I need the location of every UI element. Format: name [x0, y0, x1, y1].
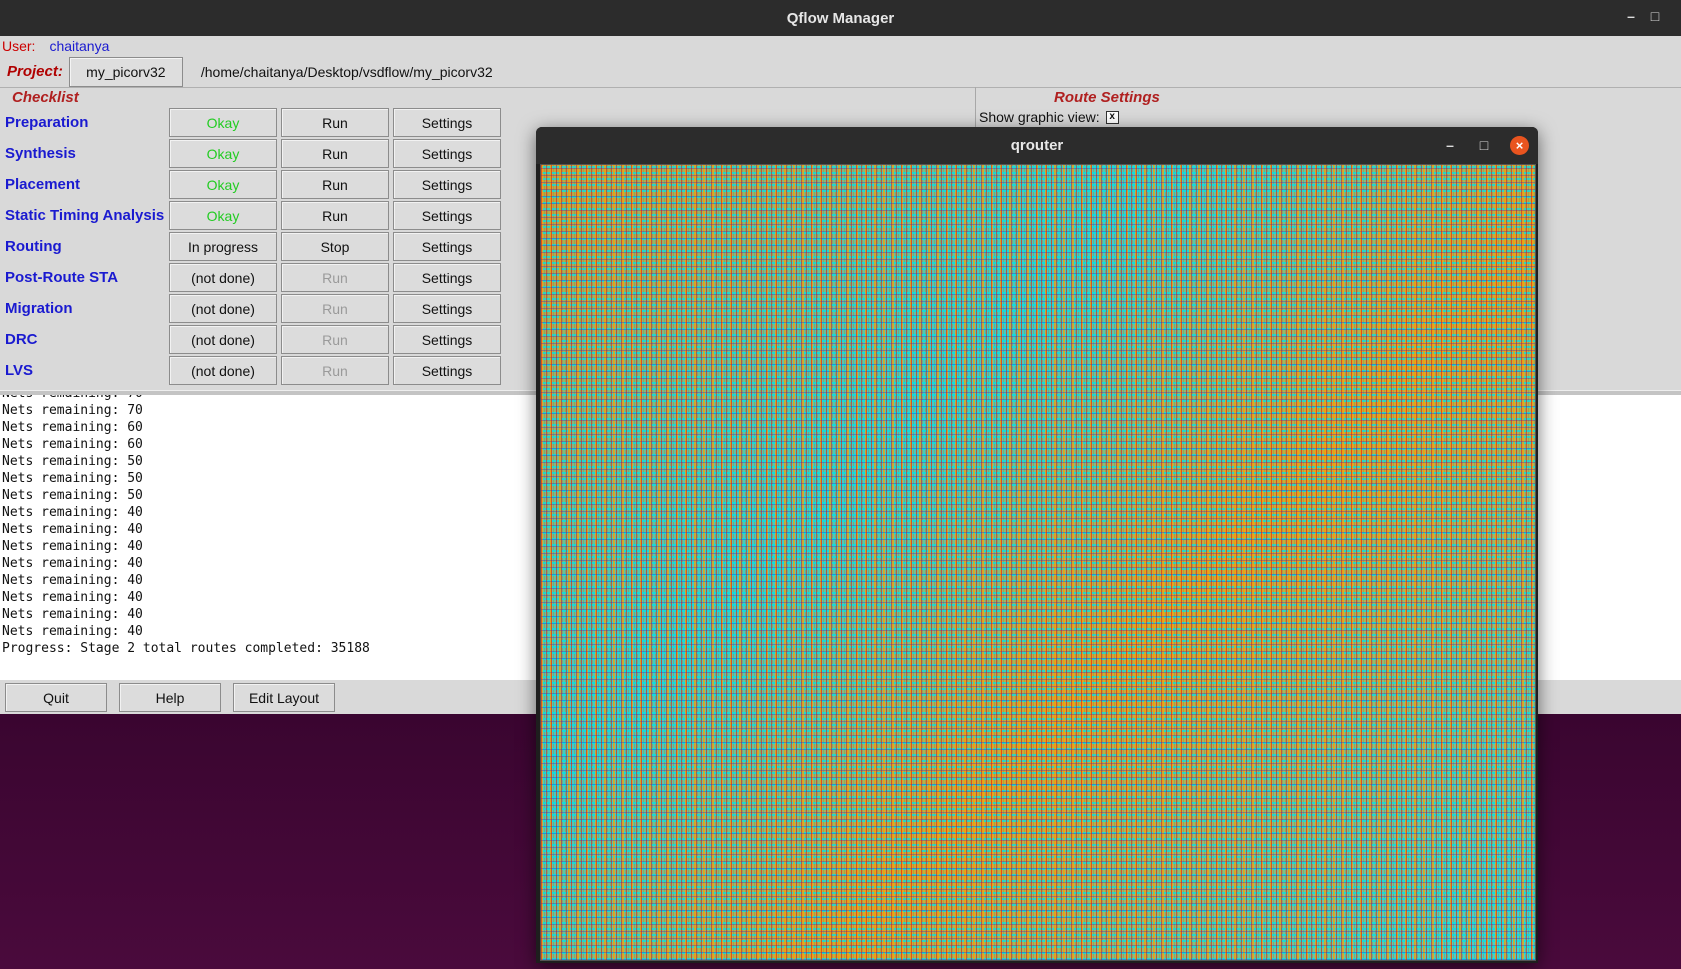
user-label: User: — [2, 38, 36, 54]
log-line: Nets remaining: 40 — [2, 522, 143, 537]
log-line: Nets remaining: 70 — [0, 395, 370, 402]
settings-button[interactable]: Settings — [393, 201, 501, 230]
status-button[interactable]: Okay — [169, 201, 277, 230]
run-button[interactable]: Run — [281, 108, 389, 137]
run-button[interactable]: Run — [281, 325, 389, 354]
task-label: Post-Route STA — [5, 269, 119, 286]
settings-button[interactable]: Settings — [393, 139, 501, 168]
run-button[interactable]: Run — [281, 294, 389, 323]
status-button[interactable]: (not done) — [169, 325, 277, 354]
stop-button[interactable]: Stop — [281, 232, 389, 261]
log-line: Nets remaining: 40 — [2, 539, 143, 554]
project-row: Project: my_picorv32 /home/chaitanya/Des… — [0, 56, 1681, 88]
show-graphic-view-label: Show graphic view: — [979, 109, 1100, 125]
checklist-heading: Checklist — [12, 89, 79, 106]
log-line: Nets remaining: 40 — [2, 556, 143, 571]
edit-layout-button[interactable]: Edit Layout — [233, 683, 335, 712]
task-row-preparation: Preparation Okay Run Settings — [0, 107, 510, 138]
minimize-icon[interactable]: – — [1622, 8, 1640, 24]
run-button[interactable]: Run — [281, 356, 389, 385]
log-line: Progress: Stage 2 total routes completed… — [2, 641, 370, 656]
run-button[interactable]: Run — [281, 139, 389, 168]
task-label: Routing — [5, 238, 62, 255]
maximize-icon[interactable]: □ — [1646, 8, 1664, 24]
task-label: Migration — [5, 300, 73, 317]
log-lines: Nets remaining: 70Nets remaining: 70 Nets… — [0, 395, 370, 657]
task-label: Synthesis — [5, 145, 76, 162]
log-line: Nets remaining: 50 — [2, 488, 143, 503]
task-label: Static Timing Analysis — [5, 207, 165, 224]
show-graphic-view-checkbox[interactable]: x — [1105, 110, 1119, 124]
task-row-drc: DRC (not done) Run Settings — [0, 324, 510, 355]
task-row-lvs: LVS (not done) Run Settings — [0, 355, 510, 386]
close-icon[interactable]: × — [1510, 136, 1529, 155]
settings-button[interactable]: Settings — [393, 294, 501, 323]
task-label: Preparation — [5, 114, 89, 131]
status-button[interactable]: (not done) — [169, 263, 277, 292]
task-label: DRC — [5, 331, 38, 348]
show-graphic-view-row: Show graphic view: x — [979, 109, 1119, 125]
settings-button[interactable]: Settings — [393, 108, 501, 137]
qrouter-titlebar[interactable]: qrouter – □ × — [536, 127, 1538, 164]
run-button[interactable]: Run — [281, 263, 389, 292]
quit-button[interactable]: Quit — [5, 683, 107, 712]
settings-button[interactable]: Settings — [393, 232, 501, 261]
task-row-migration: Migration (not done) Run Settings — [0, 293, 510, 324]
settings-button[interactable]: Settings — [393, 356, 501, 385]
task-label: LVS — [5, 362, 34, 379]
status-button[interactable]: Okay — [169, 108, 277, 137]
minimize-icon[interactable]: – — [1441, 137, 1459, 153]
status-button[interactable]: Okay — [169, 139, 277, 168]
project-path: /home/chaitanya/Desktop/vsdflow/my_picor… — [200, 63, 493, 80]
project-select-button[interactable]: my_picorv32 — [68, 56, 183, 87]
settings-button[interactable]: Settings — [393, 325, 501, 354]
log-line: Nets remaining: 40 — [2, 590, 143, 605]
status-button[interactable]: (not done) — [169, 294, 277, 323]
main-window-title: Qflow Manager — [786, 9, 895, 27]
task-label: Placement — [5, 176, 81, 193]
log-line: Nets remaining: 40 — [2, 573, 143, 588]
status-button[interactable]: In progress — [169, 232, 277, 261]
log-line: Nets remaining: 40 — [2, 624, 143, 639]
task-row-post-route-sta: Post-Route STA (not done) Run Settings — [0, 262, 510, 293]
task-row-synthesis: Synthesis Okay Run Settings — [0, 138, 510, 169]
user-name: chaitanya — [49, 38, 110, 54]
run-button[interactable]: Run — [281, 170, 389, 199]
qrouter-title: qrouter — [1010, 137, 1064, 154]
status-button[interactable]: Okay — [169, 170, 277, 199]
help-button[interactable]: Help — [119, 683, 221, 712]
log-line: Nets remaining: 70 — [2, 403, 143, 418]
task-row-routing: Routing In progress Stop Settings — [0, 231, 510, 262]
user-row: User: chaitanya — [0, 36, 109, 56]
log-line: Nets remaining: 60 — [2, 420, 143, 435]
maximize-icon[interactable]: □ — [1475, 137, 1493, 153]
routing-graphic-view[interactable] — [540, 164, 1536, 961]
project-label: Project: — [7, 63, 63, 80]
task-row-static-timing-analysis: Static Timing Analysis Okay Run Settings — [0, 200, 510, 231]
run-button[interactable]: Run — [281, 201, 389, 230]
settings-button[interactable]: Settings — [393, 263, 501, 292]
log-line: Nets remaining: 60 — [2, 437, 143, 452]
route-settings-heading: Route Settings — [1054, 89, 1160, 106]
log-line: Nets remaining: 40 — [2, 607, 143, 622]
settings-button[interactable]: Settings — [393, 170, 501, 199]
log-line: Nets remaining: 50 — [2, 454, 143, 469]
log-line: Nets remaining: 50 — [2, 471, 143, 486]
qrouter-window: qrouter – □ × — [536, 127, 1538, 963]
task-row-placement: Placement Okay Run Settings — [0, 169, 510, 200]
status-button[interactable]: (not done) — [169, 356, 277, 385]
log-line: Nets remaining: 40 — [2, 505, 143, 520]
main-titlebar[interactable]: Qflow Manager – □ — [0, 0, 1681, 36]
